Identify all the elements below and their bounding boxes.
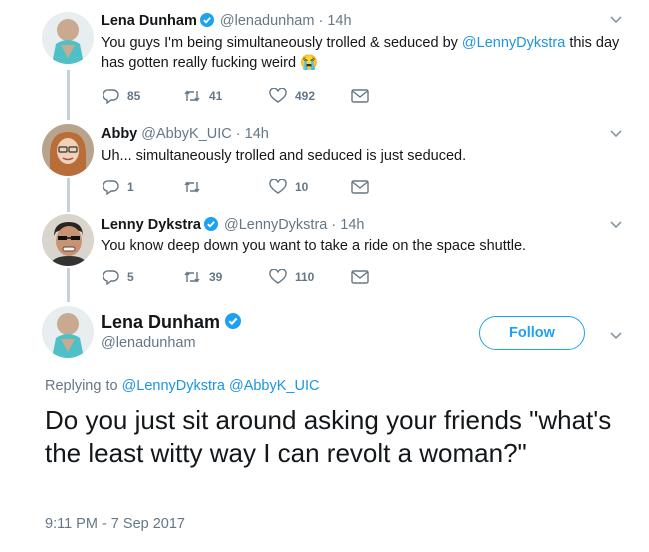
avatar[interactable] (42, 306, 94, 358)
main-tweet: Lena Dunham @lenadunham Follow Replying … (0, 0, 649, 552)
chevron-down-icon[interactable] (609, 328, 623, 344)
author-name-text[interactable]: Lena Dunham (101, 312, 220, 332)
replying-to: Replying to @LennyDykstra @AbbyK_UIC (45, 378, 319, 394)
verified-icon (225, 313, 242, 334)
main-tweet-text: Do you just sit around asking your frien… (45, 405, 612, 468)
follow-button[interactable]: Follow (479, 316, 585, 350)
author-handle[interactable]: @lenadunham (101, 335, 196, 351)
replying-label: Replying to (45, 378, 118, 394)
replying-mentions[interactable]: @LennyDykstra @AbbyK_UIC (122, 378, 320, 394)
tweet-timestamp[interactable]: 9:11 PM - 7 Sep 2017 (45, 516, 185, 532)
author-name[interactable]: Lena Dunham (101, 312, 243, 334)
